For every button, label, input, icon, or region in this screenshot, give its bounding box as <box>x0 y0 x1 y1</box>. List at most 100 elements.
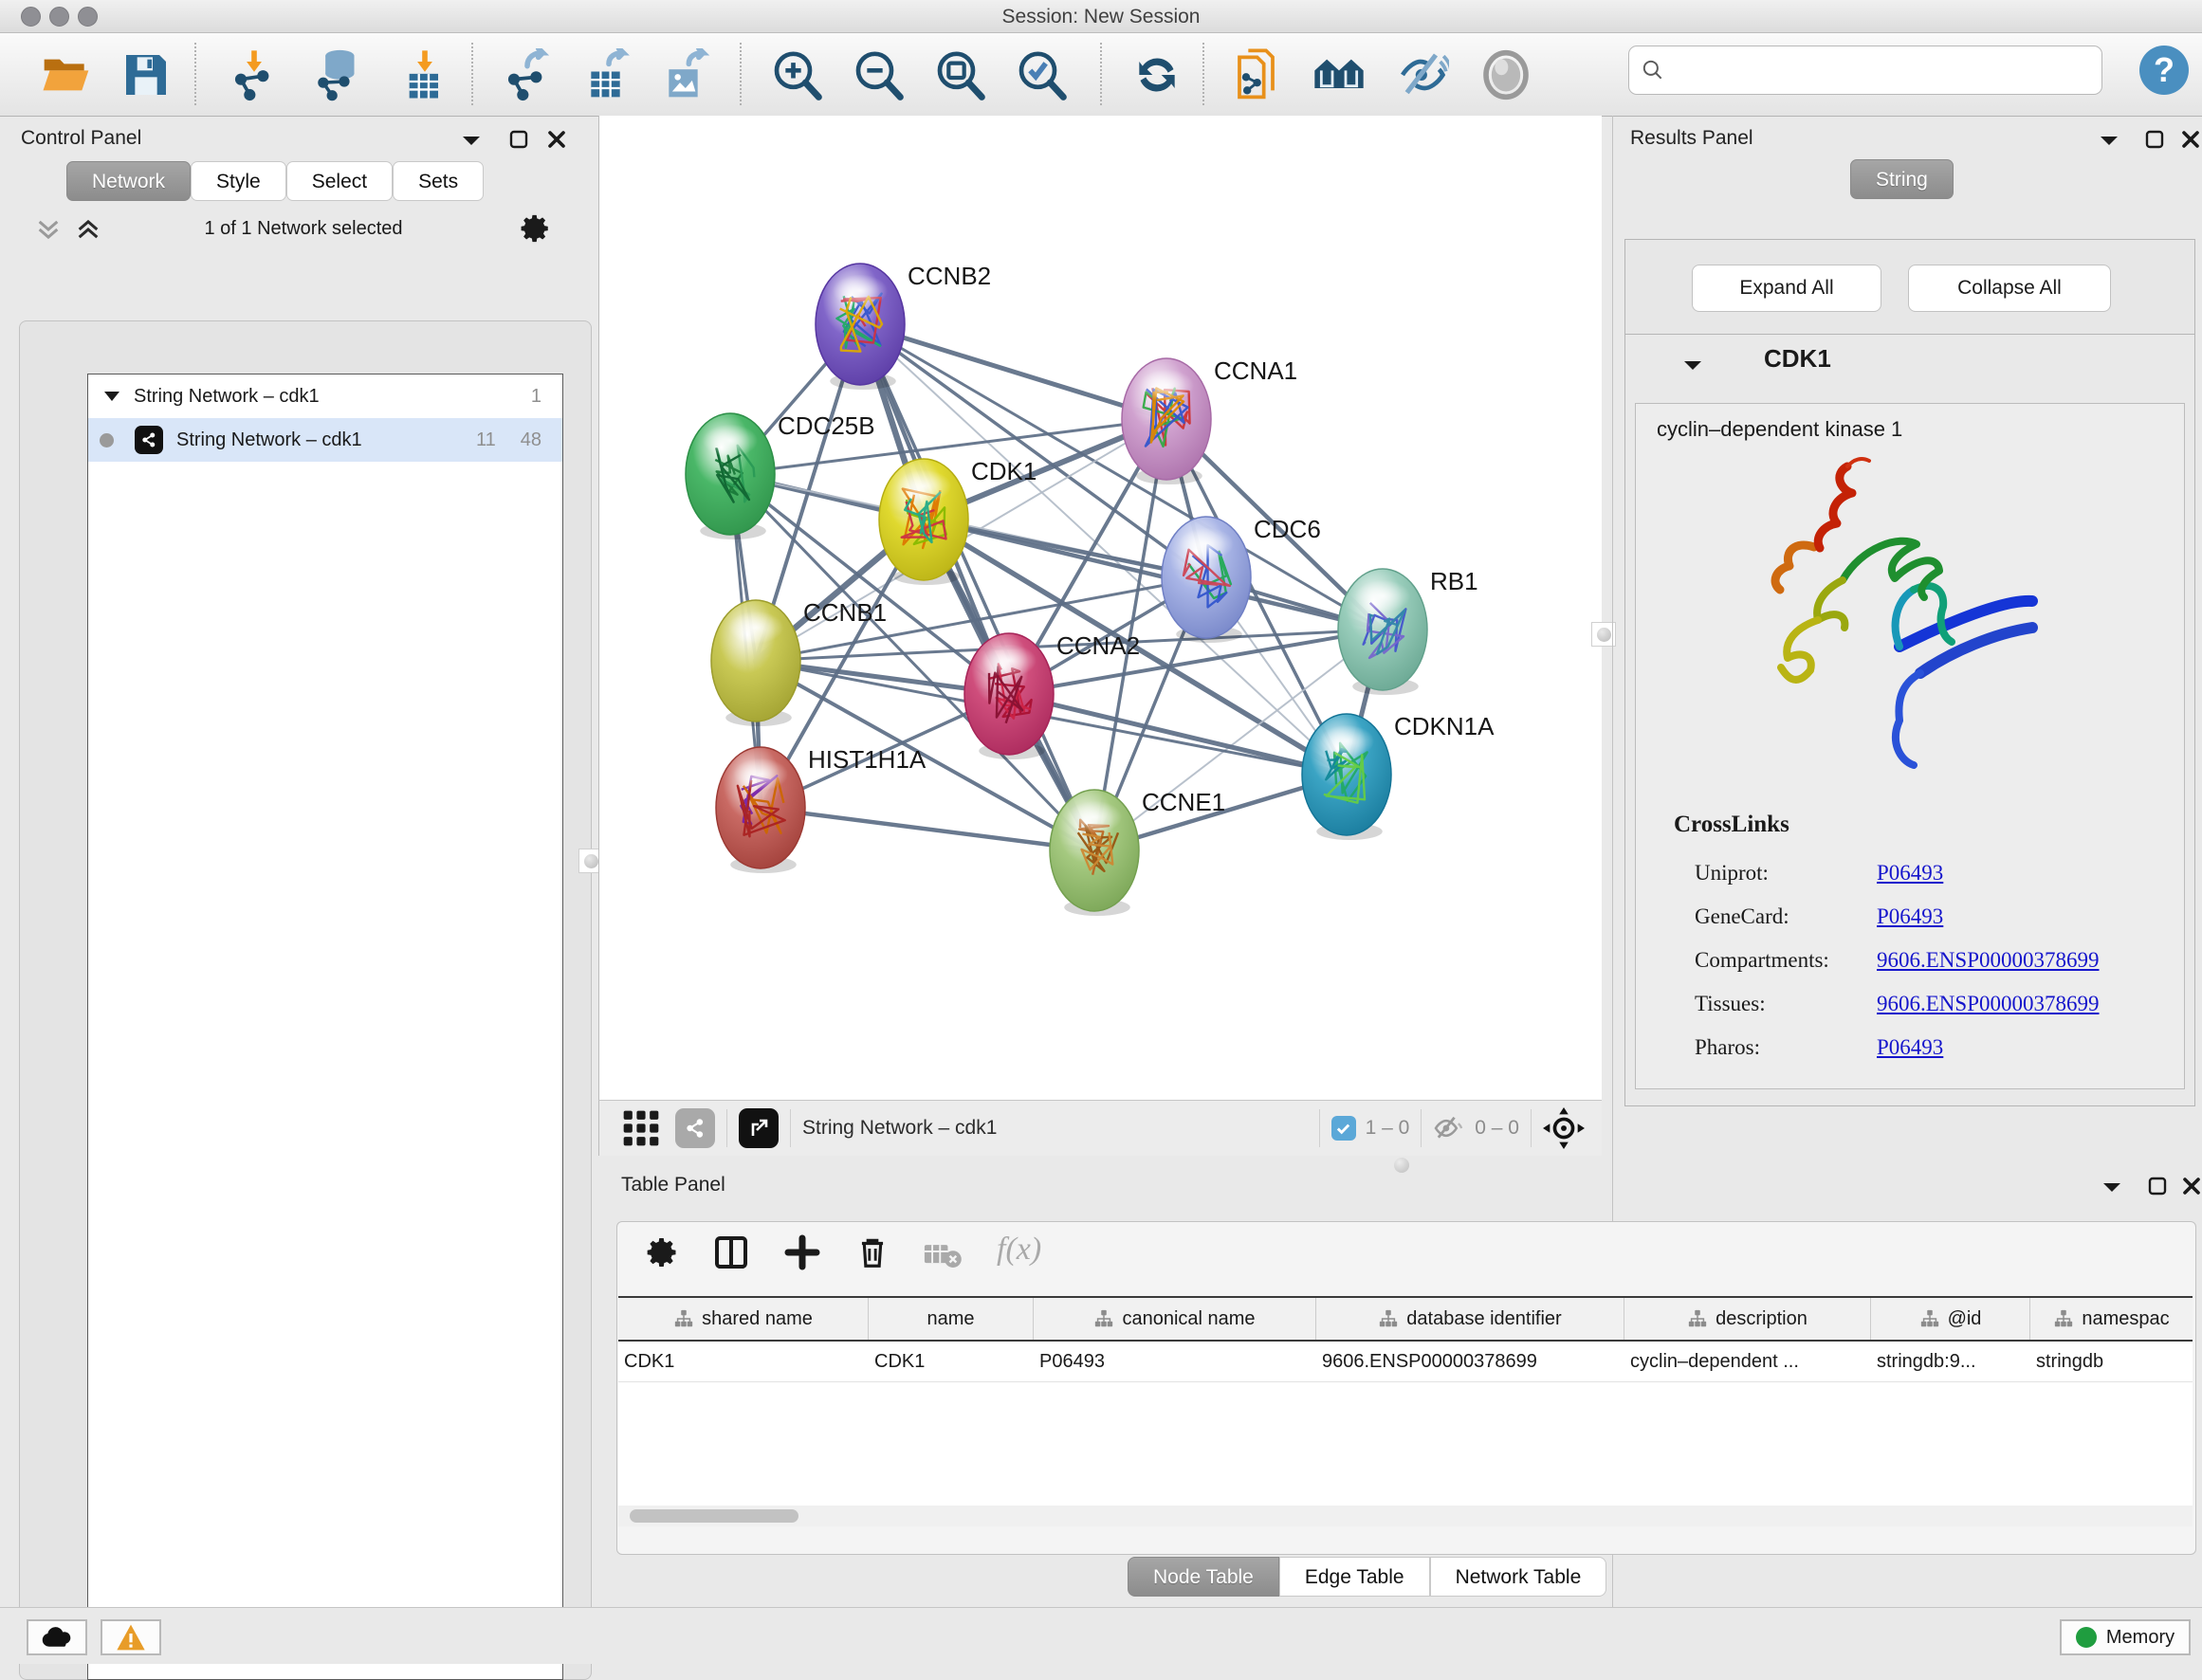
cell-shared-name[interactable]: CDK1 <box>618 1342 869 1381</box>
network-collection-row[interactable]: String Network – cdk1 1 <box>88 374 562 418</box>
panel-collapse-icon[interactable] <box>461 133 482 148</box>
network-node[interactable]: RB1 <box>1338 567 1478 695</box>
warnings-button[interactable] <box>101 1619 161 1655</box>
help-icon[interactable]: ? <box>2139 46 2189 95</box>
zoom-fit-icon[interactable] <box>933 48 986 101</box>
panel-close-icon[interactable] <box>2181 1176 2202 1196</box>
tab-style[interactable]: Style <box>191 161 286 201</box>
crosslink-value-link[interactable]: P06493 <box>1877 904 1943 928</box>
table-options-gear-icon[interactable] <box>646 1235 680 1269</box>
cloud-button[interactable] <box>27 1619 87 1655</box>
column-header[interactable]: @id <box>1871 1298 2030 1340</box>
network-node[interactable]: CCNA1 <box>1122 356 1297 484</box>
column-header[interactable]: description <box>1624 1298 1871 1340</box>
column-header[interactable]: namespac <box>2030 1298 2193 1340</box>
memory-status-dot-icon <box>2076 1627 2097 1648</box>
hide-selected-icon[interactable] <box>1396 48 1449 101</box>
network-options-gear-icon[interactable] <box>520 212 552 245</box>
cell-namespace[interactable]: stringdb <box>2030 1342 2193 1381</box>
gene-symbol: CDK1 <box>1764 344 1831 374</box>
import-table-icon[interactable] <box>398 48 451 101</box>
scrollbar-thumb[interactable] <box>630 1509 798 1523</box>
collapse-all-button[interactable]: Collapse All <box>1908 265 2111 312</box>
crosslink-value-link[interactable]: 9606.ENSP00000378699 <box>1877 992 2100 1015</box>
crosslink-value-link[interactable]: 9606.ENSP00000378699 <box>1877 948 2100 972</box>
network-node[interactable]: CDC25B <box>686 411 875 539</box>
zoom-in-icon[interactable] <box>770 48 823 101</box>
tab-edge-table[interactable]: Edge Table <box>1279 1557 1430 1597</box>
hidden-eye-icon[interactable] <box>1433 1115 1465 1141</box>
import-database-icon[interactable] <box>311 48 364 101</box>
selected-checkbox-icon[interactable] <box>1331 1116 1356 1141</box>
search-input[interactable] <box>1628 46 2102 95</box>
main-toolbar: ? <box>0 33 2202 117</box>
tab-node-table[interactable]: Node Table <box>1128 1557 1279 1597</box>
export-table-icon[interactable] <box>582 48 635 101</box>
table-panel-title: Table Panel <box>621 1174 725 1196</box>
network-node[interactable]: CCNE1 <box>1050 788 1225 916</box>
column-header[interactable]: canonical name <box>1034 1298 1316 1340</box>
cell-canonical-name[interactable]: P06493 <box>1034 1342 1316 1381</box>
panel-float-icon[interactable] <box>508 129 529 150</box>
network-node[interactable]: HIST1H1A <box>716 745 927 873</box>
table-empty-area <box>618 1382 2193 1506</box>
cell-description[interactable]: cyclin–dependent ... <box>1624 1342 1871 1381</box>
expand-all-button[interactable]: Expand All <box>1692 265 1881 312</box>
table-row[interactable]: CDK1 CDK1 P06493 9606.ENSP00000378699 cy… <box>618 1342 2193 1382</box>
protein-structure-image <box>1757 447 2042 789</box>
panel-close-icon[interactable] <box>2180 129 2201 150</box>
first-neighbors-icon[interactable] <box>1312 48 1366 101</box>
export-network-icon[interactable] <box>501 48 554 101</box>
open-session-icon[interactable] <box>40 48 93 101</box>
expand-all-icon[interactable] <box>74 216 102 243</box>
panel-float-icon[interactable] <box>2144 129 2165 150</box>
network-canvas[interactable]: CCNB2CCNA1CDC25BCDK1CDC6RB1CCNB1CCNA2CDK… <box>598 116 1602 1100</box>
cell-id[interactable]: stringdb:9... <box>1871 1342 2030 1381</box>
panel-collapse-icon[interactable] <box>2101 1179 2122 1195</box>
column-header[interactable]: database identifier <box>1316 1298 1624 1340</box>
panel-collapse-icon[interactable] <box>2099 133 2119 148</box>
import-network-icon[interactable] <box>228 48 281 101</box>
zoom-out-icon[interactable] <box>852 48 905 101</box>
tab-sets[interactable]: Sets <box>393 161 484 201</box>
file-share-icon[interactable] <box>1233 48 1286 101</box>
network-node[interactable]: CDKN1A <box>1302 712 1495 840</box>
tree-expand-icon[interactable] <box>103 390 120 403</box>
panel-close-icon[interactable] <box>546 129 567 150</box>
crosslink-value-link[interactable]: P06493 <box>1877 861 1943 885</box>
memory-button[interactable]: Memory <box>2060 1619 2191 1655</box>
tab-string-results[interactable]: String <box>1850 159 1954 199</box>
show-columns-icon[interactable] <box>712 1233 750 1271</box>
network-node[interactable]: CCNB1 <box>711 598 887 726</box>
table-panel: Table Panel f(x) shared name name <box>598 1168 2202 1607</box>
share-view-icon[interactable] <box>675 1108 715 1148</box>
zoom-selected-icon[interactable] <box>1015 48 1068 101</box>
cell-name[interactable]: CDK1 <box>869 1342 1034 1381</box>
grid-view-icon[interactable] <box>620 1107 662 1149</box>
network-node[interactable]: CCNB2 <box>816 262 991 390</box>
add-column-icon[interactable] <box>783 1233 821 1271</box>
refresh-icon[interactable] <box>1130 48 1184 101</box>
tab-network[interactable]: Network <box>66 161 191 201</box>
horizontal-scrollbar[interactable] <box>618 1506 2193 1526</box>
delete-table-icon <box>923 1241 963 1269</box>
column-header[interactable]: shared name <box>618 1298 869 1340</box>
collapse-all-icon[interactable] <box>34 216 63 243</box>
crosslink-value-link[interactable]: P06493 <box>1877 1035 1943 1059</box>
export-image-icon[interactable] <box>660 48 713 101</box>
sphere-icon[interactable] <box>1479 48 1532 101</box>
tab-select[interactable]: Select <box>286 161 393 201</box>
cell-database-identifier[interactable]: 9606.ENSP00000378699 <box>1316 1342 1624 1381</box>
network-list: String Network – cdk1 1 String Network –… <box>87 374 563 1680</box>
detach-view-icon[interactable] <box>739 1108 779 1148</box>
panel-float-icon[interactable] <box>2147 1176 2168 1196</box>
delete-column-icon[interactable] <box>854 1233 890 1271</box>
fit-content-crosshair-icon[interactable] <box>1543 1107 1585 1149</box>
save-session-icon[interactable] <box>119 48 173 101</box>
network-row-selected[interactable]: String Network – cdk1 11 48 <box>88 418 562 462</box>
tab-network-table[interactable]: Network Table <box>1430 1557 1607 1597</box>
gene-collapse-icon[interactable] <box>1682 357 1703 373</box>
network-graph[interactable]: CCNB2CCNA1CDC25BCDK1CDC6RB1CCNB1CCNA2CDK… <box>599 116 1602 1100</box>
column-header[interactable]: name <box>869 1298 1034 1340</box>
crosslink-label: Compartments: <box>1695 939 1877 982</box>
